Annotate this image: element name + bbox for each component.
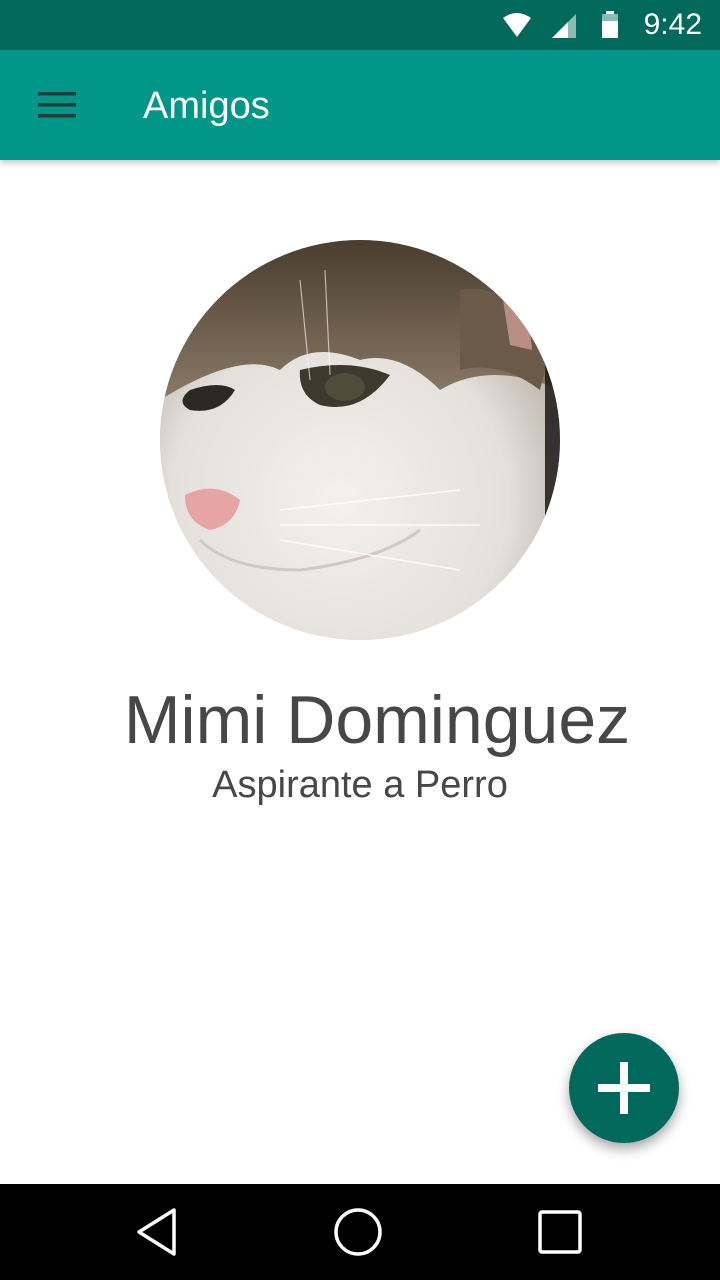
app-title: Amigos (143, 85, 270, 127)
status-bar: 9:42 (0, 0, 720, 50)
cat-photo (160, 240, 560, 640)
menu-button[interactable] (20, 72, 94, 138)
plus-icon (598, 1062, 650, 1114)
profile-subtitle: Aspirante a Perro (212, 764, 508, 806)
battery-icon (602, 11, 618, 38)
profile-name: Mimi Dominguez (123, 682, 631, 758)
add-friend-button[interactable] (569, 1033, 679, 1143)
navigation-bar (0, 1184, 720, 1280)
wifi-icon (503, 13, 531, 37)
recents-icon (538, 1210, 582, 1254)
back-button[interactable] (127, 1202, 187, 1262)
cellular-signal-icon (552, 14, 576, 38)
hamburger-menu-icon (38, 92, 76, 118)
home-icon (334, 1208, 382, 1256)
avatar (160, 240, 560, 640)
back-icon (137, 1208, 176, 1256)
recents-button[interactable] (530, 1202, 590, 1262)
app-bar: Amigos (0, 50, 720, 160)
home-button[interactable] (328, 1202, 388, 1262)
profile-content: Mimi Dominguez Aspirante a Perro (0, 160, 720, 1184)
status-time: 9:42 (643, 8, 702, 41)
